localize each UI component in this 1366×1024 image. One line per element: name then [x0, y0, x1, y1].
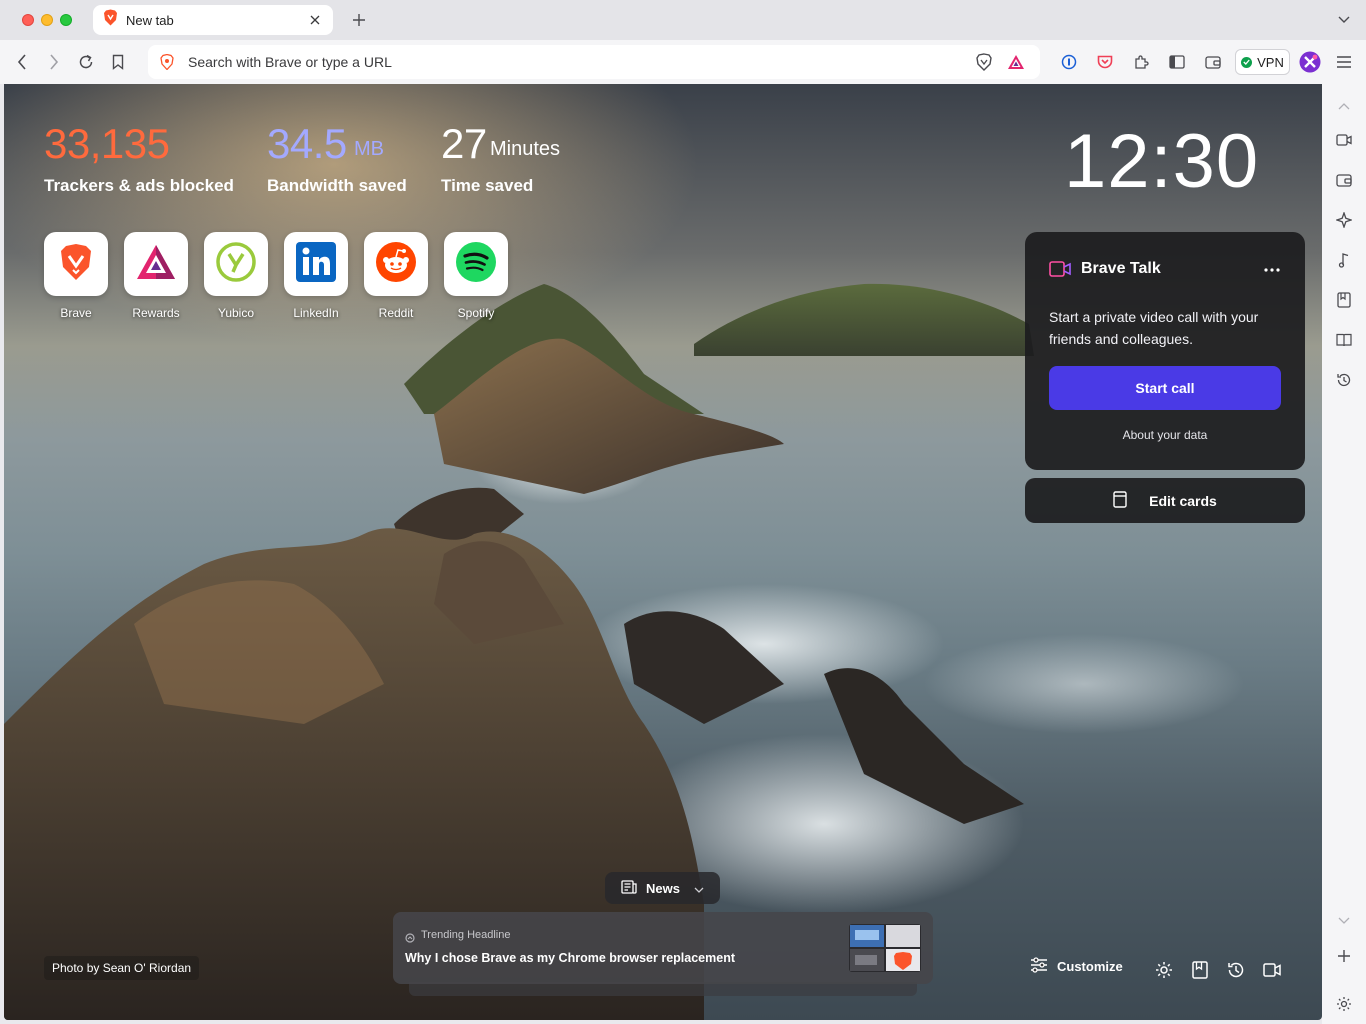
news-thumbnail: [849, 924, 921, 972]
top-site-tile[interactable]: [44, 232, 108, 296]
menu-icon[interactable]: [1332, 50, 1356, 74]
close-icon[interactable]: [305, 10, 325, 30]
extensions-icon[interactable]: [1129, 50, 1153, 74]
sidebar: [1322, 84, 1366, 1024]
trending-icon: [405, 930, 415, 948]
about-your-data-link[interactable]: About your data: [1025, 428, 1305, 442]
top-site-tile[interactable]: [204, 232, 268, 296]
brave-talk-icon[interactable]: [1261, 959, 1283, 981]
more-options-icon[interactable]: [1261, 260, 1283, 280]
music-note-icon[interactable]: [1334, 250, 1354, 270]
brave-talk-description: Start a private video call with your fri…: [1049, 309, 1259, 347]
leo-star-icon[interactable]: [1334, 210, 1354, 230]
search-engine-icon: [158, 53, 176, 71]
top-site-linkedin[interactable]: LinkedIn: [284, 232, 348, 320]
reload-icon[interactable]: [74, 50, 98, 74]
brave-talk-title: Brave Talk: [1081, 260, 1161, 277]
wallet-icon[interactable]: [1201, 50, 1225, 74]
sidebar-toggle-icon[interactable]: [1165, 50, 1189, 74]
brave-shields-icon[interactable]: [974, 52, 994, 72]
top-site-label: Spotify: [457, 306, 495, 320]
reading-list-icon[interactable]: [1334, 330, 1354, 350]
bandwidth-saved-unit: MB: [354, 138, 384, 160]
spotify-icon: [456, 241, 496, 287]
vpn-connected-icon: [1241, 56, 1253, 68]
vpn-button[interactable]: VPN: [1235, 49, 1290, 75]
bookmarks-icon[interactable]: [1189, 959, 1211, 981]
time-saved-label: Time saved: [441, 176, 534, 195]
news-icon: [621, 879, 637, 897]
window-zoom-button[interactable]: [60, 14, 72, 26]
linkedin-icon: [296, 241, 336, 287]
top-site-reddit[interactable]: Reddit: [364, 232, 428, 320]
yubico-icon: [216, 241, 256, 287]
password-manager-icon[interactable]: [1057, 50, 1081, 74]
chevron-down-icon[interactable]: [1334, 10, 1354, 30]
bookmark-icon[interactable]: [106, 50, 130, 74]
bandwidth-saved-value: 34.5: [267, 120, 347, 167]
trackers-blocked-label: Trackers & ads blocked: [44, 176, 234, 195]
customize-label: Customize: [1057, 959, 1123, 974]
top-site-tile[interactable]: [364, 232, 428, 296]
news-card[interactable]: Trending Headline Why I chose Brave as m…: [393, 912, 933, 984]
settings-icon[interactable]: [1334, 994, 1354, 1014]
back-icon[interactable]: [10, 50, 34, 74]
history-icon[interactable]: [1225, 959, 1247, 981]
top-site-brave[interactable]: Brave: [44, 232, 108, 320]
chevron-up-icon[interactable]: [1334, 96, 1354, 116]
bat-triangle-icon: [136, 244, 176, 285]
tab-new-tab[interactable]: New tab: [93, 5, 333, 35]
bandwidth-saved-label: Bandwidth saved: [267, 176, 407, 195]
top-site-spotify[interactable]: Spotify: [444, 232, 508, 320]
chevron-down-icon: [694, 881, 704, 896]
news-label: News: [646, 880, 680, 896]
brave-lion-icon: [103, 9, 118, 31]
time-saved-unit: Minutes: [490, 138, 561, 160]
reddit-icon: [376, 241, 416, 287]
top-site-tile[interactable]: [284, 232, 348, 296]
bookmarks-icon[interactable]: [1334, 290, 1354, 310]
vpn-label: VPN: [1257, 54, 1284, 70]
new-tab-page: 33,135 Trackers & ads blocked 34.5 MB Ba…: [4, 84, 1322, 1020]
brave-lion-icon: [59, 243, 93, 286]
window-minimize-button[interactable]: [41, 14, 53, 26]
brave-talk-icon[interactable]: [1334, 130, 1354, 150]
time-saved-value: 27: [441, 120, 487, 167]
news-card-stack: [409, 982, 917, 996]
address-bar[interactable]: Search with Brave or type a URL: [148, 45, 1040, 79]
start-call-button[interactable]: Start call: [1049, 366, 1281, 410]
top-site-tile[interactable]: [444, 232, 508, 296]
chevron-down-icon[interactable]: [1334, 910, 1354, 930]
new-tab-button[interactable]: [348, 9, 370, 31]
brave-talk-icon: [1049, 261, 1071, 282]
card-icon: [1113, 490, 1127, 511]
news-headline[interactable]: Why I chose Brave as my Chrome browser r…: [405, 951, 735, 965]
top-site-tile[interactable]: [124, 232, 188, 296]
history-icon[interactable]: [1334, 370, 1354, 390]
edit-cards-button[interactable]: Edit cards: [1025, 478, 1305, 523]
top-site-yubico[interactable]: Yubico: [204, 232, 268, 320]
sliders-icon: [1030, 957, 1048, 976]
brave-talk-card: Brave Talk Start a private video call wi…: [1025, 232, 1305, 470]
settings-icon[interactable]: [1153, 959, 1175, 981]
wallet-icon[interactable]: [1334, 170, 1354, 190]
news-toggle-button[interactable]: News: [605, 872, 720, 904]
pocket-icon[interactable]: [1093, 50, 1117, 74]
news-kicker: Trending Headline: [421, 929, 511, 941]
edit-cards-label: Edit cards: [1149, 492, 1217, 509]
window-close-button[interactable]: [22, 14, 34, 26]
toolbar: Search with Brave or type a URL VPN: [0, 40, 1366, 84]
leo-ai-icon[interactable]: [1298, 50, 1322, 74]
brave-rewards-icon[interactable]: [1006, 52, 1026, 72]
url-placeholder: Search with Brave or type a URL: [188, 54, 392, 70]
tab-strip: New tab: [0, 0, 1366, 40]
tab-title: New tab: [126, 12, 174, 28]
customize-button[interactable]: Customize: [1030, 957, 1123, 976]
photo-credit[interactable]: Photo by Sean O' Riordan: [44, 956, 200, 980]
clock: 12:30: [1064, 119, 1260, 204]
forward-icon[interactable]: [42, 50, 66, 74]
add-icon[interactable]: [1334, 946, 1354, 966]
trackers-blocked-count: 33,135: [44, 120, 170, 167]
top-site-rewards[interactable]: Rewards: [124, 232, 188, 320]
